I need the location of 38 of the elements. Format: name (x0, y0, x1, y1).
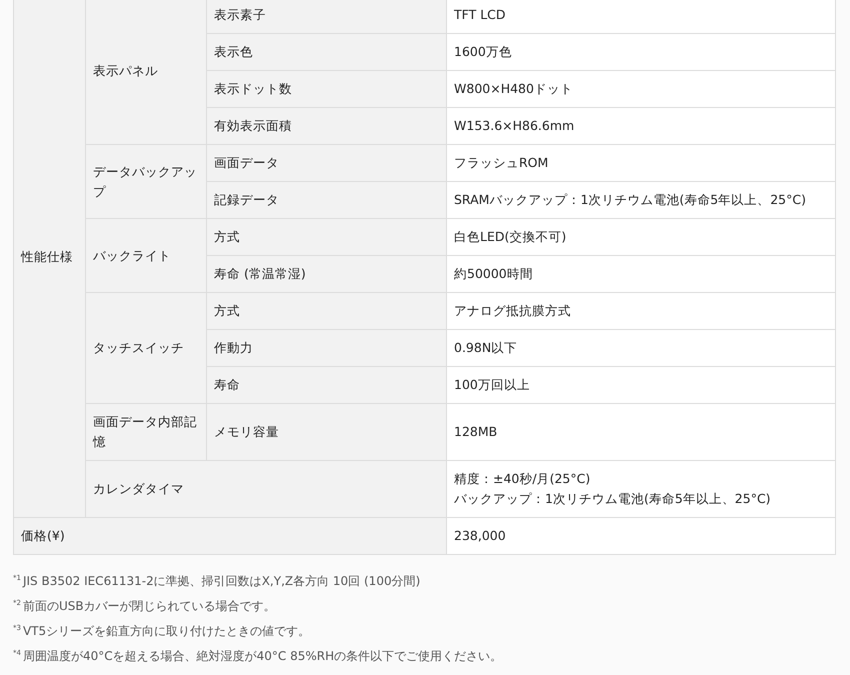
section-label: 性能仕様 (21, 248, 73, 266)
spec-label: 表示色 (214, 43, 253, 61)
footnote: $^{*2}$ 前面のUSBカバーが閉じられている場合です。 (13, 598, 277, 615)
group-label: 表示パネル (93, 62, 158, 80)
spec-value: W800×H480ドット (454, 80, 573, 98)
spec-label: 作動力 (214, 339, 253, 357)
spec-label: 有効表示面積 (214, 117, 292, 135)
group-label: タッチスイッチ (93, 339, 184, 357)
group-label: バックライト (93, 246, 171, 264)
spec-label: 表示素子 (214, 6, 266, 24)
spec-value: SRAMバックアップ：1次リチウム電池(寿命5年以上、25°C) (454, 191, 806, 209)
spec-label: 方式 (214, 302, 240, 320)
spec-label: 寿命 (常温常湿) (214, 265, 306, 283)
spec-label: 寿命 (214, 376, 240, 394)
spec-label: 画面データ (214, 154, 279, 172)
footnote: $^{*1}$ JIS B3502 IEC61131-2に準拠、掃引回数はX,Y,Z各方向 10回 (100分間) (13, 573, 422, 590)
price-value: 238,000 (454, 527, 506, 545)
spec-value: フラッシュROM (454, 154, 548, 172)
footnote: $^{*3}$ VT5シリーズを鉛直方向に取り付けたときの値です。 (13, 623, 312, 640)
spec-value: 1600万色 (454, 43, 512, 61)
spec-value: W153.6×H86.6mm (454, 117, 574, 135)
price-label: 価格(¥) (21, 527, 65, 545)
spec-value: TFT LCD (454, 6, 506, 24)
footnote: $^{*4}$ 周囲温度が40°Cを超える場合、絶対湿度が40°C 85%RHの条件以下でご使用ください。 (13, 648, 504, 665)
group-label: 画面データ内部記憶 (93, 413, 198, 451)
spec-value: 100万回以上 (454, 376, 530, 394)
spec-value: 約50000時間 (454, 265, 533, 283)
spec-value: 白色LED(交換不可) (454, 228, 566, 246)
spec-label: 記録データ (214, 191, 279, 209)
group-label: データバックアップ (93, 162, 198, 200)
group-label: カレンダタイマ (93, 480, 184, 498)
spec-label: 表示ドット数 (214, 80, 292, 98)
spec-label: 方式 (214, 228, 240, 246)
spec-value: 0.98N以下 (454, 339, 518, 357)
spec-label: メモリ容量 (214, 423, 279, 441)
spec-value: アナログ抵抗膜方式 (454, 302, 571, 320)
spec-value: 128MB (454, 423, 498, 441)
spec-value: 精度：±40秒/月(25°C) バックアップ：1次リチウム電池(寿命5年以上、25°C) (454, 470, 771, 508)
